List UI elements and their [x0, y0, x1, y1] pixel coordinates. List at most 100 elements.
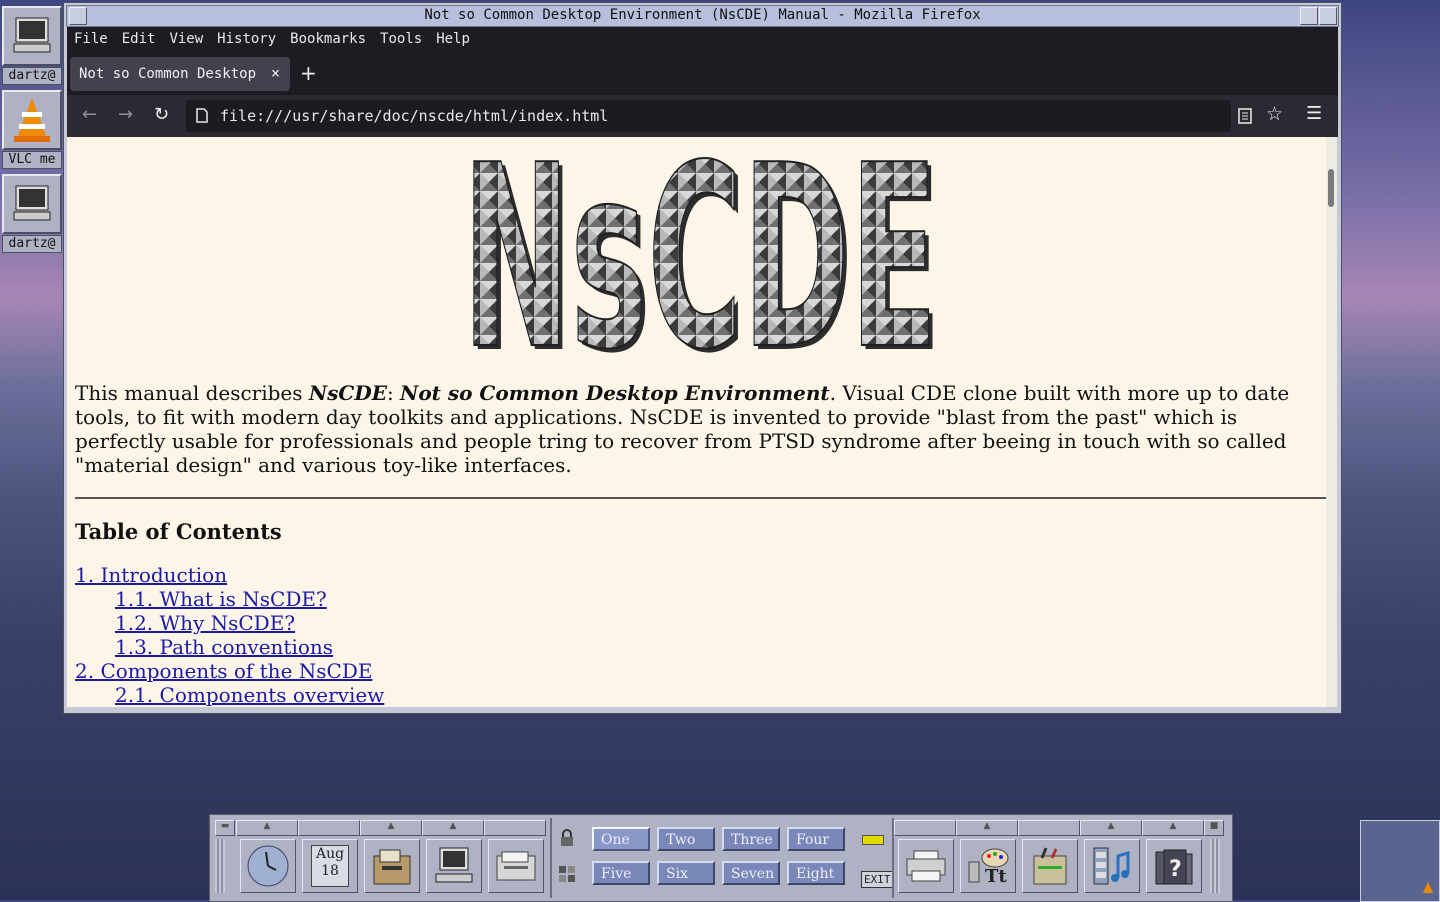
subpanel-arrow[interactable] — [484, 820, 546, 836]
menu-help[interactable]: Help — [429, 27, 477, 47]
workspace-three-button[interactable]: Three — [722, 827, 780, 851]
workspace-one-button[interactable]: One — [592, 827, 650, 851]
window-titlebar[interactable]: Not so Common Desktop Environment (NsCDE… — [66, 5, 1339, 27]
toc-heading: Table of Contents — [75, 519, 282, 544]
mail-button[interactable] — [488, 839, 544, 893]
menu-edit[interactable]: Edit — [115, 27, 163, 47]
workspace-five-button[interactable]: Five — [592, 861, 650, 885]
workspace-four-button[interactable]: Four — [787, 827, 845, 851]
desktop-icon-vlc[interactable]: VLC me — [2, 90, 62, 169]
subpanel-arrow[interactable]: ▲ — [956, 820, 1018, 836]
subpanel-arrow[interactable]: ▲ — [236, 820, 298, 836]
menu-file[interactable]: File — [67, 27, 115, 47]
printer-button[interactable] — [898, 839, 954, 893]
busy-light-icon — [862, 835, 884, 845]
computer-icon — [2, 174, 62, 234]
clock-icon — [247, 845, 289, 887]
navigation-toolbar: ← → ↻ file:///usr/share/doc/nscde/html/i… — [67, 95, 1338, 137]
panel-grip[interactable] — [1210, 839, 1220, 893]
calendar-month: Aug — [315, 846, 345, 862]
window-title: Not so Common Desktop Environment (NsCDE… — [424, 7, 981, 23]
workspace-six-button[interactable]: Six — [657, 861, 715, 885]
toc-link-what-is-nscde[interactable]: 1.1. What is NsCDE? — [115, 587, 327, 611]
computer-icon — [435, 847, 473, 883]
page-scrollbar[interactable] — [1326, 137, 1337, 707]
subpanel-arrow[interactable] — [298, 820, 360, 836]
clock-widget — [240, 839, 296, 893]
desktop-icon-terminal-1[interactable]: dartz@ — [2, 6, 62, 85]
notepad-pencils-icon — [1033, 847, 1067, 885]
front-panel: ▬ ▲ ▲ ▲ Aug 18 One Two Three Four Five S… — [209, 814, 1233, 902]
workspace-two-button[interactable]: Two — [657, 827, 715, 851]
menu-bookmarks[interactable]: Bookmarks — [283, 27, 373, 47]
intro-paragraph: This manual describes NsCDE: Not so Comm… — [75, 381, 1290, 477]
media-player-button[interactable] — [1084, 839, 1140, 893]
tab-nscde-manual[interactable]: Not so Common Desktop × — [70, 57, 290, 91]
subpanel-arrow[interactable]: ▲ — [1080, 820, 1142, 836]
desktop-icon-terminal-2[interactable]: dartz@ — [2, 174, 62, 253]
toc-link-components-overview[interactable]: 2.1. Components overview — [115, 683, 384, 707]
bookmark-star-icon[interactable]: ☆ — [1266, 103, 1283, 125]
workspace-seven-button[interactable]: Seven — [722, 861, 780, 885]
menu-history[interactable]: History — [210, 27, 283, 47]
printer-icon — [906, 850, 946, 882]
exit-button[interactable]: EXIT — [861, 871, 894, 888]
nscde-logo: NsCDE NsCDE — [462, 137, 942, 357]
reader-view-icon[interactable] — [1238, 108, 1252, 124]
vlc-cone-icon — [2, 90, 62, 150]
horizontal-rule — [75, 497, 1326, 499]
file-manager-button[interactable] — [364, 839, 420, 893]
svg-text:Tt: Tt — [985, 866, 1007, 886]
toc-link-components[interactable]: 2. Components of the NsCDE — [75, 659, 372, 683]
intro-nscde: NsCDE — [308, 381, 387, 405]
help-books-icon: ? — [1155, 849, 1193, 885]
forward-arrow-icon[interactable]: → — [118, 104, 133, 125]
url-bar[interactable]: file:///usr/share/doc/nscde/html/index.h… — [186, 100, 1231, 132]
mailbox-icon — [496, 851, 536, 881]
logo-text: NsCDE — [462, 137, 938, 357]
calendar-button[interactable]: Aug 18 — [302, 839, 358, 893]
subpanel-arrow[interactable]: ▲ — [1142, 820, 1204, 836]
panel-minimize-handle[interactable]: ▬ — [215, 820, 235, 836]
reload-icon[interactable]: ↻ — [154, 104, 169, 125]
subpanel-arrow[interactable]: ▲ — [422, 820, 484, 836]
subpanel-arrow[interactable]: ▲ — [360, 820, 422, 836]
lock-icon[interactable] — [560, 829, 574, 847]
svg-text:?: ? — [1169, 857, 1182, 882]
toc-link-why-nscde[interactable]: 1.2. Why NsCDE? — [115, 611, 295, 635]
toc-link-introduction[interactable]: 1. Introduction — [75, 563, 227, 587]
back-arrow-icon[interactable]: ← — [82, 104, 97, 125]
hamburger-menu-icon[interactable]: ☰ — [1306, 103, 1322, 124]
scrollbar-thumb[interactable] — [1328, 169, 1334, 207]
toc-link-path-conventions[interactable]: 1.3. Path conventions — [115, 635, 333, 659]
menu-bar: File Edit View History Bookmarks Tools Help — [67, 27, 1338, 53]
menu-view[interactable]: View — [162, 27, 210, 47]
window-list-icon[interactable] — [558, 865, 576, 883]
film-music-icon — [1093, 847, 1130, 885]
terminal-button[interactable] — [426, 839, 482, 893]
panel-grip[interactable] — [215, 839, 225, 893]
maximize-button[interactable] — [1319, 7, 1337, 25]
close-tab-icon[interactable]: × — [271, 64, 280, 82]
minimize-button[interactable] — [1300, 7, 1318, 25]
new-tab-button[interactable]: + — [300, 61, 317, 85]
text-editor-button[interactable] — [1022, 839, 1078, 893]
panel-close-handle[interactable]: ■ — [1204, 820, 1224, 836]
help-button[interactable]: ? — [1146, 839, 1202, 893]
workspace-eight-button[interactable]: Eight — [787, 861, 845, 885]
menu-tools[interactable]: Tools — [373, 27, 429, 47]
subpanel-arrow[interactable] — [1018, 820, 1080, 836]
style-manager-button[interactable]: Tt — [960, 839, 1016, 893]
firefox-window: Not so Common Desktop Environment (NsCDE… — [63, 2, 1342, 714]
desktop-icon-label: dartz@ — [2, 67, 62, 85]
computer-icon — [2, 6, 62, 66]
panel-divider — [550, 818, 552, 898]
tab-bar: Not so Common Desktop × + — [67, 53, 1338, 95]
file-cabinet-icon — [373, 849, 411, 885]
desktop-pager[interactable] — [1360, 820, 1440, 902]
vlc-mini-icon — [1423, 882, 1433, 893]
page-content: NsCDE NsCDE This manual describes NsCDE:… — [67, 137, 1326, 707]
subpanel-arrow[interactable] — [894, 820, 956, 836]
page-icon — [196, 108, 208, 123]
desktop-icon-label: dartz@ — [2, 235, 62, 253]
